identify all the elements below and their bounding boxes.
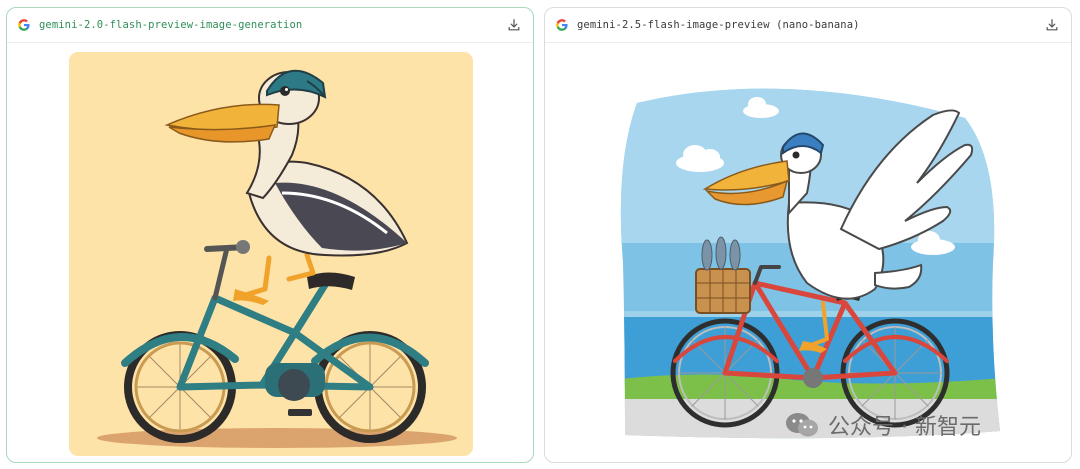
model-name-label: gemini-2.5-flash-image-preview (nano-ban… [577, 19, 860, 31]
google-g-icon [18, 19, 30, 31]
generated-image-left [7, 43, 533, 462]
wechat-icon [786, 413, 818, 437]
google-g-icon [556, 19, 568, 31]
card-header: gemini-2.0-flash-preview-image-generatio… [7, 8, 533, 43]
image-result-card-left: gemini-2.0-flash-preview-image-generatio… [6, 7, 534, 463]
download-icon[interactable] [1045, 18, 1059, 32]
generated-image-right [545, 43, 1071, 462]
watermark: 公众号 · 新智元 [784, 409, 981, 441]
image-result-card-right: gemini-2.5-flash-image-preview (nano-ban… [544, 7, 1072, 463]
card-header: gemini-2.5-flash-image-preview (nano-ban… [545, 8, 1071, 43]
watermark-text: 公众号 · 新智元 [828, 415, 981, 440]
model-name-label: gemini-2.0-flash-preview-image-generatio… [39, 19, 303, 31]
download-icon[interactable] [507, 18, 521, 32]
